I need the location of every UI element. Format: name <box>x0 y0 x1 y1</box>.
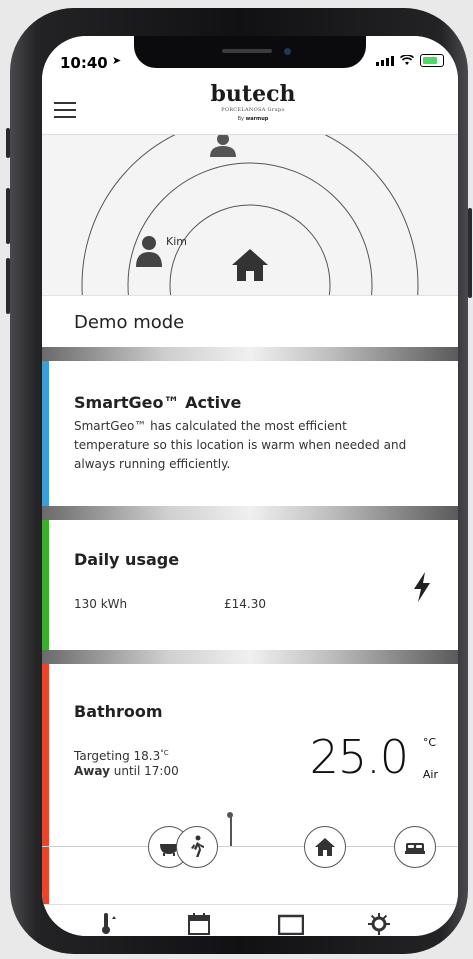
card-separator <box>42 650 458 664</box>
home-mode-button[interactable] <box>304 826 346 868</box>
demo-mode-label: Demo mode <box>74 312 185 333</box>
tab-thermostat[interactable] <box>98 913 118 936</box>
targeting-label: Targeting 18.3 <box>74 749 161 763</box>
person-icon <box>210 135 236 157</box>
away-mode-button[interactable] <box>176 826 218 868</box>
wifi-icon <box>400 55 414 65</box>
schedule-marker <box>227 812 233 818</box>
location-arrow-icon: ➤ <box>112 54 122 67</box>
signal-icon <box>376 55 394 66</box>
card-separator <box>42 506 458 520</box>
daily-usage-cost: £14.30 <box>224 597 266 611</box>
notch <box>134 36 366 68</box>
current-temperature: 25.0 <box>309 730 409 784</box>
temperature-unit: °C <box>422 736 436 749</box>
smartgeo-card[interactable]: SmartGeo™ Active SmartGeo™ has calculate… <box>42 361 458 506</box>
power-button <box>468 208 472 298</box>
home-icon <box>315 838 335 856</box>
card-separator <box>42 347 458 361</box>
bathroom-stripe <box>42 664 49 904</box>
brand-partner: warmup <box>245 116 269 122</box>
demo-mode-bar[interactable]: Demo mode <box>42 295 458 348</box>
person-label: Kim <box>166 235 187 248</box>
battery-icon <box>420 54 444 67</box>
person-icon <box>136 236 162 267</box>
mute-switch <box>6 128 10 158</box>
bathroom-card[interactable]: Bathroom Targeting 18.3°C Away until 17:… <box>42 664 458 904</box>
room-icon <box>277 914 305 936</box>
menu-icon[interactable] <box>54 102 76 118</box>
calendar-icon <box>188 913 210 935</box>
daily-usage-kwh: 130 kWh <box>74 597 128 611</box>
brand-by: By warmup <box>208 114 298 124</box>
walking-icon <box>191 835 204 857</box>
away-text: Away until 17:00 <box>74 762 274 781</box>
brand-by-label: By <box>237 116 244 122</box>
volume-up-button <box>6 188 10 244</box>
tab-schedule[interactable] <box>188 913 210 936</box>
status-time: 10:40 <box>60 54 108 72</box>
phone-screen: 10:40 ➤ butech PORCELANOSA Grupo By warm… <box>42 36 458 936</box>
brand-sub: PORCELANOSA Grupo <box>221 107 285 113</box>
away-label: Away <box>74 764 110 778</box>
tab-rooms[interactable] <box>277 913 305 936</box>
smartgeo-stripe <box>42 361 49 506</box>
away-until: until 17:00 <box>109 764 179 778</box>
app-header: butech PORCELANOSA Grupo By warmup <box>42 78 458 135</box>
bottom-tab-bar <box>42 904 458 936</box>
bed-icon <box>405 843 425 854</box>
smartgeo-text: SmartGeo™ has calculated the most effici… <box>74 419 407 471</box>
home-icon <box>232 249 268 281</box>
gear-icon <box>368 913 390 935</box>
speaker-grill <box>222 49 272 53</box>
bathroom-title: Bathroom <box>74 702 163 721</box>
daily-usage-title: Daily usage <box>74 550 180 569</box>
geo-map[interactable]: Kim <box>42 135 458 295</box>
camera-dot <box>284 48 291 55</box>
sensor-type: Air <box>422 768 438 781</box>
bolt-icon <box>414 572 430 602</box>
status-bar: 10:40 ➤ <box>42 36 458 78</box>
daily-usage-card[interactable]: Daily usage 130 kWh £14.30 <box>42 520 458 650</box>
sleep-mode-button[interactable] <box>394 826 436 868</box>
status-icons <box>376 54 444 67</box>
volume-down-button <box>6 258 10 314</box>
targeting-unit: °C <box>160 749 169 757</box>
schedule-tick <box>230 816 232 846</box>
thermometer-icon <box>102 913 116 934</box>
smartgeo-title: SmartGeo™ Active <box>74 393 242 412</box>
usage-stripe <box>42 520 49 650</box>
brand-name: butech <box>210 81 296 107</box>
tab-settings[interactable] <box>368 913 390 936</box>
brand-logo: butech PORCELANOSA Grupo By warmup <box>208 82 298 124</box>
